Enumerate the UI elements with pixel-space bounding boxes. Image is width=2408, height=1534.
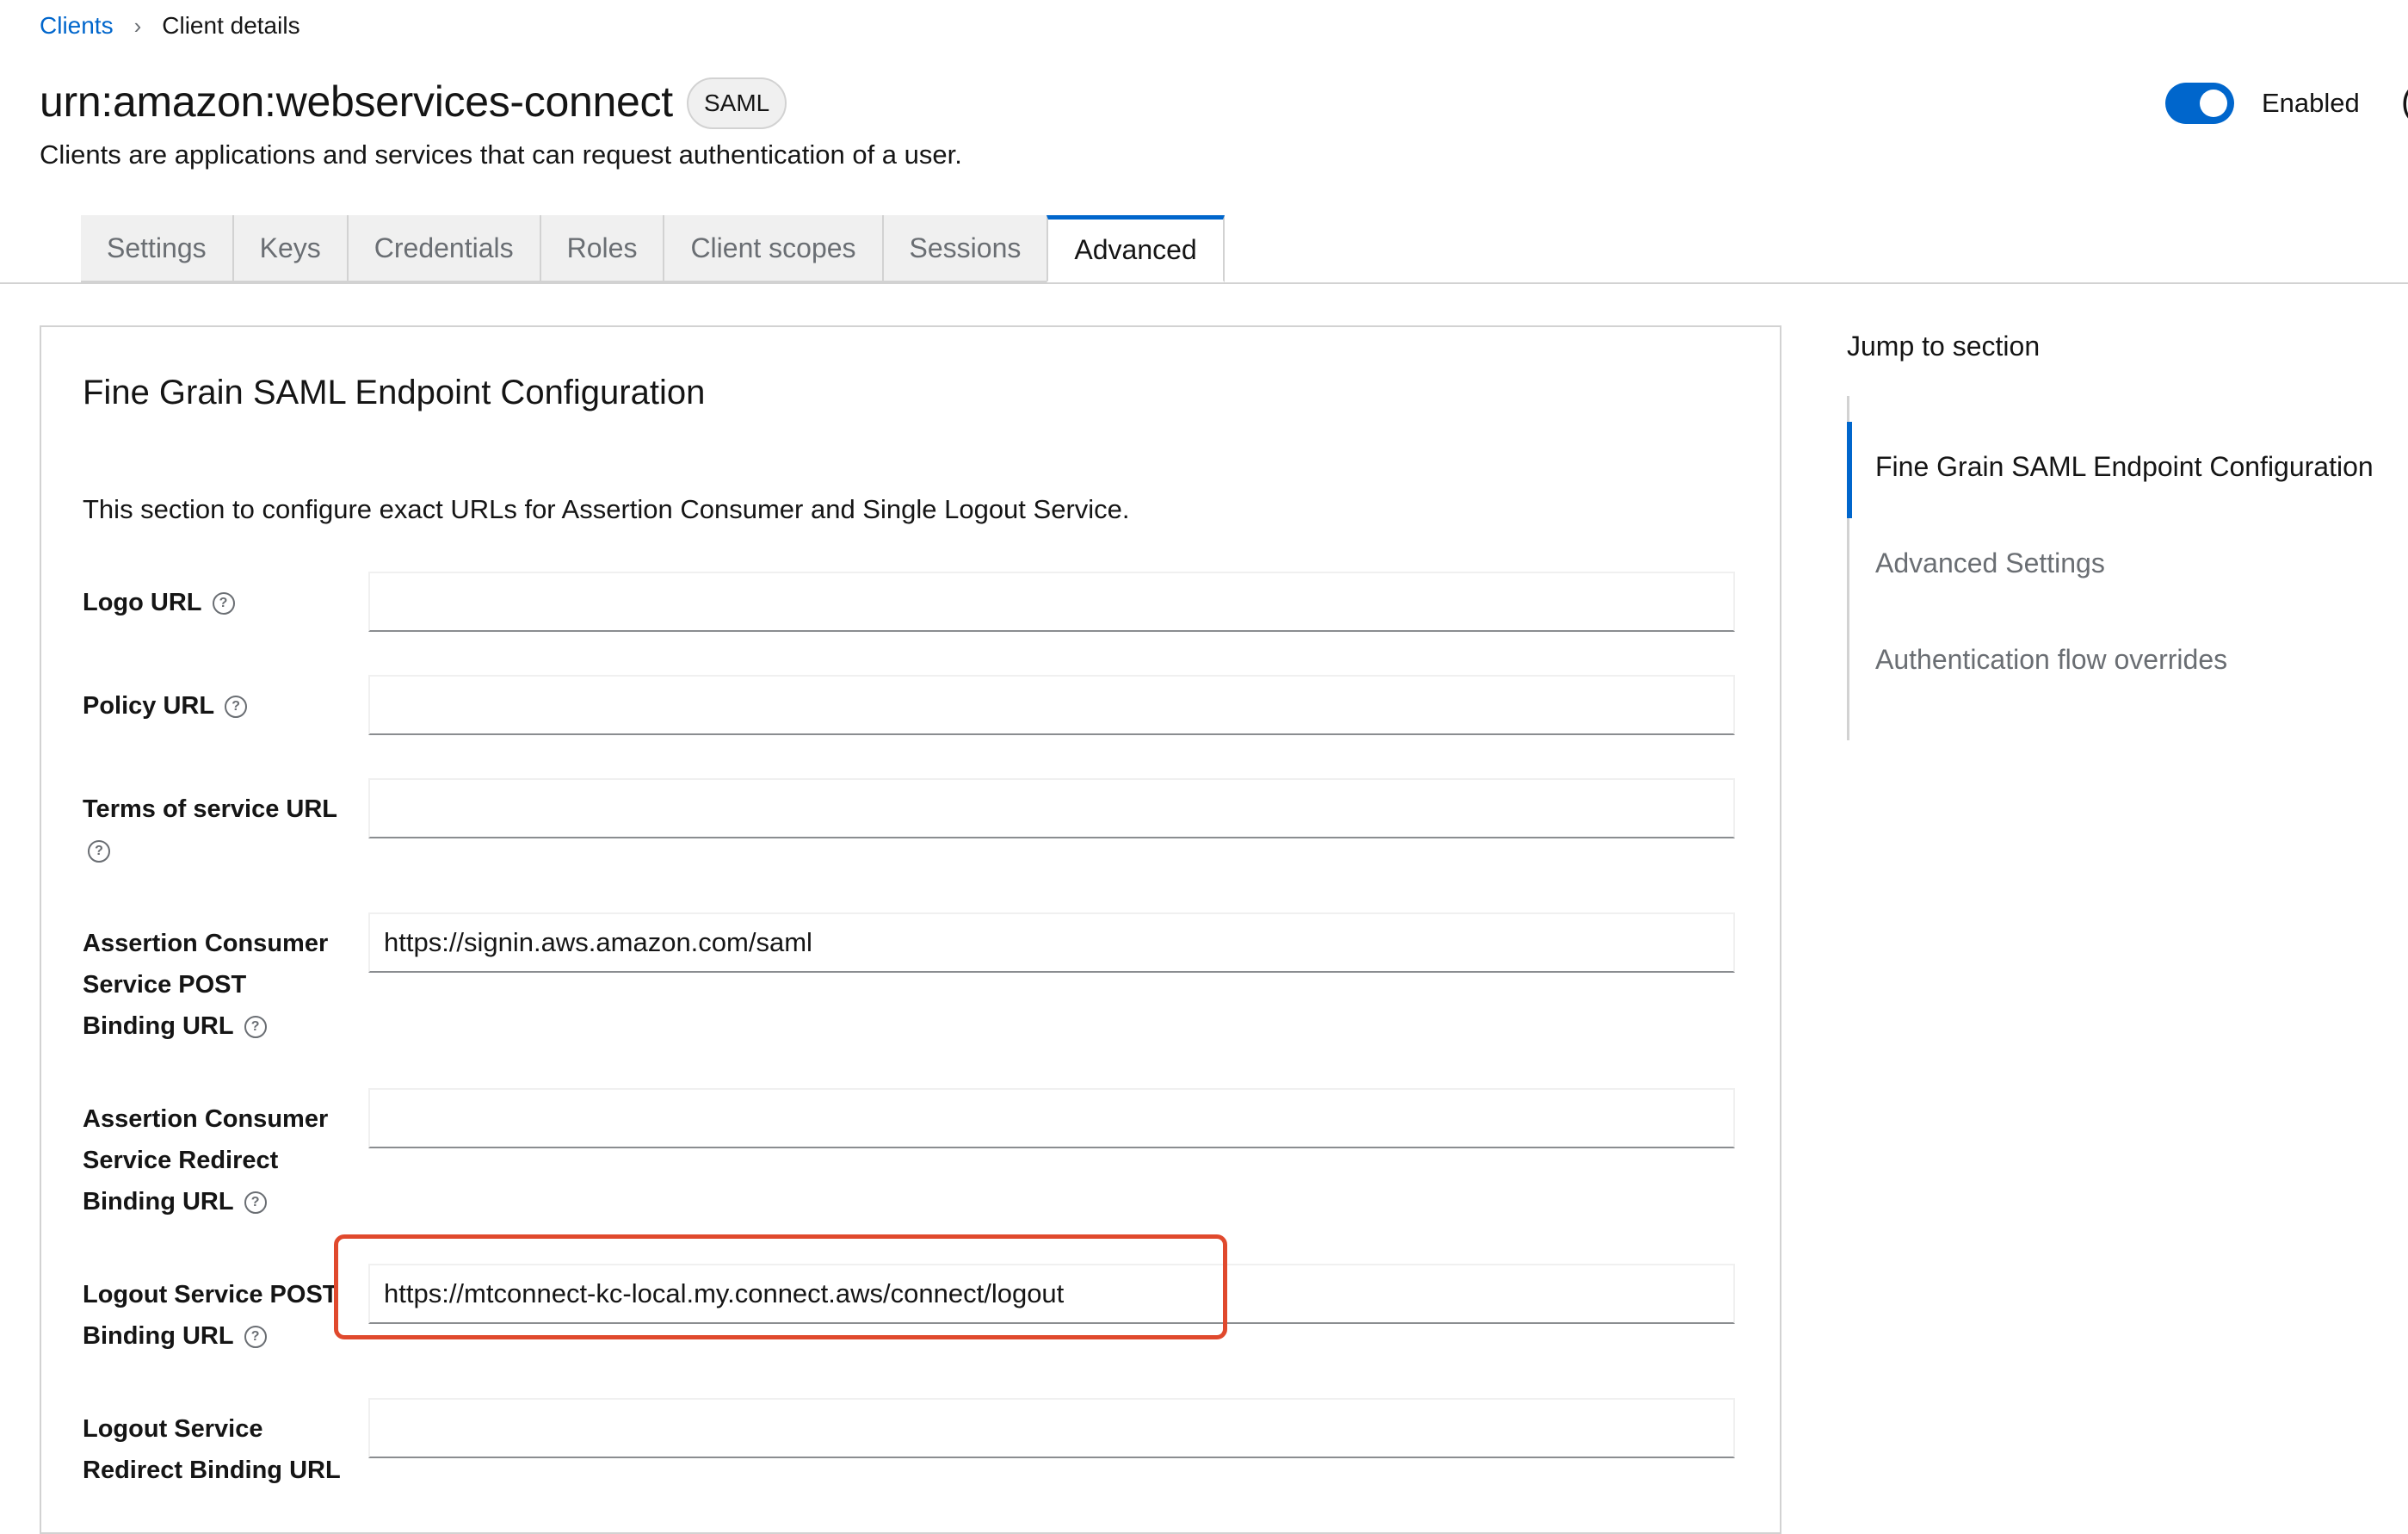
breadcrumb-clients-link[interactable]: Clients [40, 12, 114, 40]
breadcrumb: Clients › Client details [40, 7, 300, 45]
tab-client-scopes[interactable]: Client scopes [664, 215, 884, 282]
toggle-knob [2200, 90, 2227, 117]
acs-post-binding-url-input[interactable] [368, 912, 1735, 973]
help-icon[interactable]: ? [244, 1191, 267, 1215]
jump-to-section-nav: Fine Grain SAML Endpoint Configuration A… [1847, 396, 2408, 740]
acs-redirect-binding-url-label: Assertion Consumer Service Redirect Bind… [83, 1105, 329, 1215]
logout-redirect-binding-url-input[interactable] [368, 1398, 1735, 1458]
tab-credentials[interactable]: Credentials [348, 215, 541, 282]
jump-link-advanced-settings[interactable]: Advanced Settings [1875, 544, 2105, 582]
action-menu-edge[interactable]: ( [2401, 81, 2408, 122]
tab-bar: Settings Keys Credentials Roles Client s… [81, 215, 1225, 284]
page-title: urn:amazon:webservices-connect [40, 77, 673, 126]
section-title: Fine Grain SAML Endpoint Configuration [83, 374, 706, 411]
help-icon[interactable]: ? [88, 840, 110, 863]
protocol-badge: SAML [687, 77, 787, 129]
policy-url-label: Policy URL? [83, 685, 341, 727]
chevron-right-icon: › [133, 12, 142, 39]
page-subtitle: Clients are applications and services th… [40, 139, 962, 170]
terms-of-service-url-input[interactable] [368, 778, 1735, 838]
help-icon[interactable]: ? [244, 1326, 267, 1349]
acs-post-binding-url-label: Assertion Consumer Service POST Binding … [83, 930, 329, 1040]
tab-settings[interactable]: Settings [81, 215, 234, 282]
help-icon[interactable]: ? [244, 1016, 267, 1039]
acs-redirect-binding-url-input[interactable] [368, 1088, 1735, 1148]
logout-redirect-binding-url-label: Logout Service Redirect Binding URL [83, 1415, 341, 1484]
breadcrumb-current: Client details [162, 12, 300, 39]
section-description: This section to configure exact URLs for… [83, 494, 1130, 524]
logout-post-binding-url-label: Logout Service POST Binding URL? [83, 1281, 338, 1350]
jump-link-authentication-flow-overrides[interactable]: Authentication flow overrides [1875, 640, 2227, 678]
tab-roles[interactable]: Roles [540, 215, 665, 282]
logo-url-input[interactable] [368, 572, 1735, 632]
policy-url-input[interactable] [368, 675, 1735, 735]
enabled-toggle[interactable] [2165, 83, 2234, 124]
terms-of-service-url-label: Terms of service URL? [83, 789, 341, 871]
jump-to-section-title: Jump to section [1847, 331, 2041, 362]
jump-link-fine-grain-saml[interactable]: Fine Grain SAML Endpoint Configuration [1875, 448, 2374, 486]
help-icon[interactable]: ? [212, 592, 235, 615]
tab-keys[interactable]: Keys [233, 215, 349, 282]
highlight-annotation [334, 1234, 1227, 1339]
enabled-label: Enabled [2262, 88, 2360, 118]
logo-url-label: Logo URL? [83, 582, 341, 623]
tab-sessions[interactable]: Sessions [883, 215, 1049, 282]
help-icon[interactable]: ? [225, 696, 248, 719]
jump-active-indicator [1847, 422, 1852, 518]
tab-advanced[interactable]: Advanced [1047, 215, 1225, 282]
